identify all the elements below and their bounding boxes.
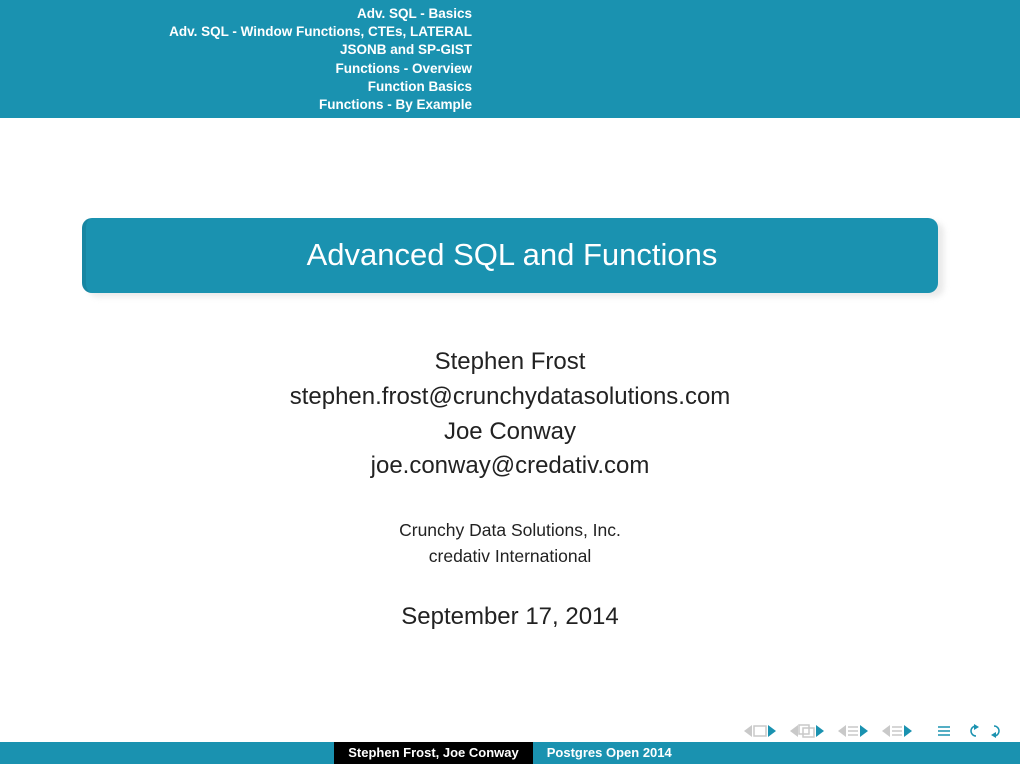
- nav-item[interactable]: Adv. SQL - Window Functions, CTEs, LATER…: [169, 23, 472, 41]
- nav-back-forward-icon[interactable]: [970, 724, 1000, 738]
- nav-doc-group[interactable]: [882, 724, 912, 738]
- footer-event: Postgres Open 2014: [533, 742, 686, 764]
- affiliations-block: Crunchy Data Solutions, Inc. credativ In…: [0, 518, 1020, 569]
- presentation-title: Advanced SQL and Functions: [82, 218, 938, 293]
- beamer-nav-icons: [744, 724, 1000, 738]
- nav-item[interactable]: Functions - By Example: [169, 96, 472, 114]
- doc-icon: [890, 724, 904, 738]
- nav-item[interactable]: Functions - Overview: [169, 60, 472, 78]
- title-block: Advanced SQL and Functions: [82, 218, 938, 293]
- nav-section-group[interactable]: [838, 724, 868, 738]
- footer-bar: Stephen Frost, Joe ConwayPostgres Open 2…: [0, 742, 1020, 764]
- nav-subsection-group[interactable]: [790, 724, 824, 738]
- nav-presentation-icon[interactable]: [936, 724, 952, 738]
- author-name: Joe Conway: [0, 415, 1020, 450]
- section-icon: [846, 724, 860, 738]
- header-nav-bar: Adv. SQL - Basics Adv. SQL - Window Func…: [0, 0, 1020, 118]
- nav-frame-group[interactable]: [744, 725, 776, 737]
- affiliation: credativ International: [0, 544, 1020, 569]
- frame-icon: [752, 725, 768, 737]
- nav-item[interactable]: Function Basics: [169, 78, 472, 96]
- presentation-date: September 17, 2014: [0, 603, 1020, 631]
- footer-authors: Stephen Frost, Joe Conway: [334, 742, 532, 764]
- section-nav: Adv. SQL - Basics Adv. SQL - Window Func…: [169, 5, 472, 114]
- author-name: Stephen Frost: [0, 345, 1020, 380]
- affiliation: Crunchy Data Solutions, Inc.: [0, 518, 1020, 543]
- author-email: stephen.frost@crunchydatasolutions.com: [0, 380, 1020, 415]
- authors-block: Stephen Frost stephen.frost@crunchydatas…: [0, 345, 1020, 484]
- author-email: joe.conway@credativ.com: [0, 449, 1020, 484]
- subsection-icon: [798, 724, 816, 738]
- nav-item[interactable]: Adv. SQL - Basics: [169, 5, 472, 23]
- nav-item[interactable]: JSONB and SP-GIST: [169, 41, 472, 59]
